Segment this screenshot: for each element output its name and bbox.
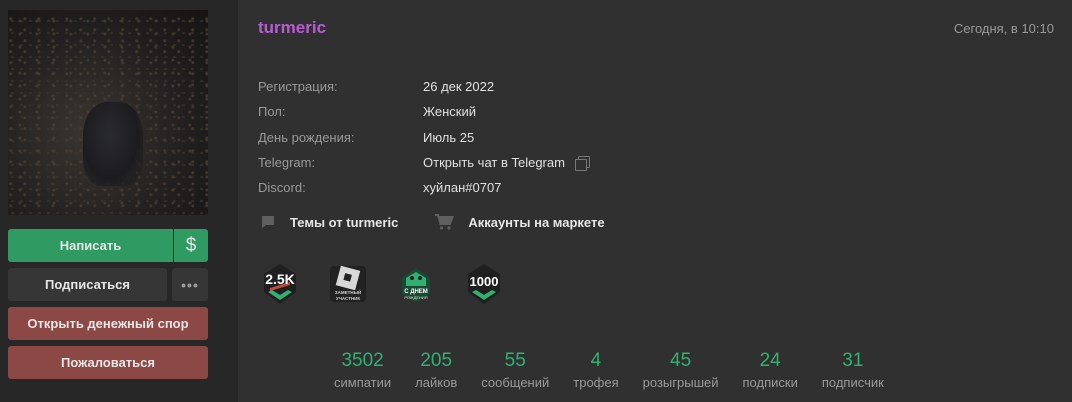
1000-trophy-icon[interactable]: 1000 bbox=[462, 262, 506, 306]
svg-text:ЗАМЕТНЫЙ: ЗАМЕТНЫЙ bbox=[335, 288, 361, 295]
stat-label: лайков bbox=[415, 375, 458, 390]
info-value-telegram: Открыть чат в Telegram bbox=[423, 155, 590, 171]
info-key: День рождения: bbox=[258, 129, 355, 145]
2-5k-sympathies-trophy-icon[interactable]: 2.5K bbox=[258, 262, 302, 306]
stat-label: подписки bbox=[742, 375, 798, 390]
info-key: Discord: bbox=[258, 180, 306, 196]
stat-label: трофея bbox=[573, 375, 619, 390]
info-row-discord: Discord: хуйлан#0707 bbox=[258, 175, 589, 200]
birthday-cake-trophy-icon[interactable]: С ДНЕМ РОЖДЕНИЯ bbox=[394, 262, 438, 306]
market-link-label: Аккаунты на маркете bbox=[468, 214, 605, 230]
stat-label: сообщений bbox=[481, 375, 550, 390]
info-value: хуйлан#0707 bbox=[423, 180, 502, 196]
info-row-gender: Пол: Женский bbox=[258, 99, 589, 124]
stat-likes[interactable]: 205 лайков bbox=[415, 350, 457, 390]
stat-sympathies[interactable]: 3502 симпатии bbox=[334, 350, 391, 390]
stat-value: 24 bbox=[759, 350, 781, 371]
profile-stats: 3502 симпатии 205 лайков 55 сообщений 4 … bbox=[334, 350, 908, 390]
info-key: Регистрация: bbox=[258, 79, 338, 95]
threads-link-label: Темы от turmeric bbox=[290, 214, 399, 230]
svg-text:РОЖДЕНИЯ: РОЖДЕНИЯ bbox=[404, 295, 427, 300]
info-value: Июль 25 bbox=[423, 129, 475, 145]
info-row-telegram: Telegram: Открыть чат в Telegram bbox=[258, 150, 590, 175]
stat-messages[interactable]: 55 сообщений bbox=[481, 350, 549, 390]
cart-icon bbox=[435, 214, 455, 230]
svg-text:УЧАСТНИК: УЧАСТНИК bbox=[336, 296, 360, 301]
stat-value: 55 bbox=[504, 350, 526, 371]
info-row-registration: Регистрация: 26 дек 2022 bbox=[258, 74, 589, 99]
follow-button[interactable]: Подписаться bbox=[8, 268, 167, 301]
write-button[interactable]: Написать bbox=[8, 229, 173, 262]
report-button[interactable]: Пожаловаться bbox=[8, 346, 208, 379]
profile-links: Темы от turmeric Аккаунты на маркете bbox=[260, 213, 641, 231]
more-options-button[interactable]: ••• bbox=[172, 268, 208, 301]
profile-sidebar: Написать $ Подписаться ••• Открыть денеж… bbox=[0, 0, 222, 402]
avatar[interactable] bbox=[8, 10, 208, 215]
username[interactable]: turmeric bbox=[258, 18, 326, 38]
stat-giveaways[interactable]: 45 розыгрышей bbox=[643, 350, 719, 390]
stat-following[interactable]: 24 подписки bbox=[743, 350, 798, 390]
stat-value: 205 bbox=[420, 350, 453, 371]
roblox-participant-trophy-icon[interactable]: ЗАМЕТНЫЙ УЧАСТНИК bbox=[326, 262, 370, 306]
telegram-link[interactable]: Открыть чат в Telegram bbox=[423, 155, 565, 170]
stat-label: симпатии bbox=[334, 375, 392, 390]
open-dispute-button[interactable]: Открыть денежный спор bbox=[8, 307, 208, 340]
stat-value: 4 bbox=[590, 350, 602, 371]
last-seen: Сегодня, в 10:10 bbox=[953, 21, 1054, 36]
info-key: Пол: bbox=[258, 104, 286, 120]
info-value: 26 дек 2022 bbox=[423, 79, 495, 95]
stat-value: 45 bbox=[670, 350, 692, 371]
stat-label: розыгрышей bbox=[642, 375, 719, 390]
threads-link[interactable]: Темы от turmeric bbox=[260, 214, 398, 230]
profile-main: turmeric Сегодня, в 10:10 Регистрация: 2… bbox=[238, 0, 1072, 402]
market-link[interactable]: Аккаунты на маркете bbox=[434, 213, 605, 231]
info-row-birthday: День рождения: Июль 25 bbox=[258, 125, 589, 150]
stat-followers[interactable]: 31 подписчик bbox=[822, 350, 884, 390]
copy-icon[interactable] bbox=[574, 155, 590, 171]
avatar-figure bbox=[83, 102, 143, 186]
transfer-money-button[interactable]: $ bbox=[174, 229, 208, 262]
stat-value: 31 bbox=[842, 350, 864, 371]
svg-text:1000: 1000 bbox=[470, 274, 499, 289]
info-key: Telegram: bbox=[258, 155, 316, 171]
stat-label: подписчик bbox=[821, 375, 884, 390]
chat-bubble-icon bbox=[262, 216, 274, 228]
svg-text:2.5K: 2.5K bbox=[265, 271, 295, 287]
profile-info: Регистрация: 26 дек 2022 Пол: Женский Де… bbox=[258, 74, 590, 200]
info-value: Женский bbox=[423, 104, 476, 120]
stat-trophies[interactable]: 4 трофея bbox=[573, 350, 618, 390]
stat-value: 3502 bbox=[341, 350, 384, 371]
trophy-list: 2.5K ЗАМЕТНЫЙ УЧАСТНИК С ДНЕМ РОЖДЕНИЯ 1… bbox=[258, 262, 530, 306]
